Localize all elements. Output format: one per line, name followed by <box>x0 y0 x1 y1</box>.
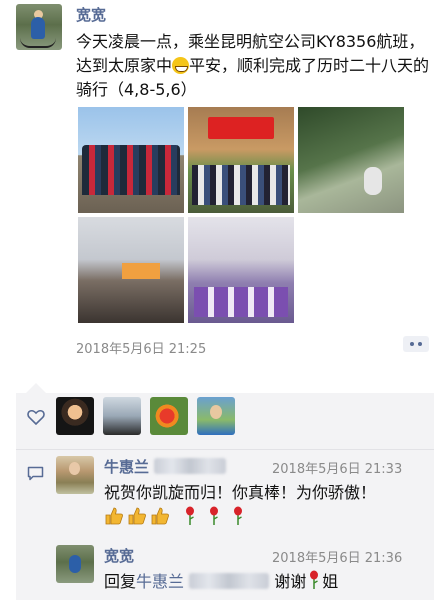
post-author-name[interactable]: 宽宽 <box>76 4 106 25</box>
avatar-face <box>210 405 222 419</box>
panel-divider <box>16 449 434 450</box>
post-photo-4[interactable] <box>78 217 184 323</box>
avatar-face <box>69 462 80 475</box>
comment-author-name: 牛惠兰 <box>104 458 150 476</box>
red-banner <box>208 117 274 139</box>
reply-target-name[interactable]: 牛惠兰 <box>136 572 184 591</box>
commenter-avatar[interactable] <box>56 456 94 494</box>
thumbs-up-icon <box>151 507 169 525</box>
airplane-seats <box>194 287 288 317</box>
post-timestamp: 2018年5月6日 21:25 <box>76 342 207 357</box>
group-people <box>82 145 180 195</box>
comment-author[interactable]: 牛惠兰 <box>104 456 227 477</box>
reply-end: 姐 <box>322 572 339 591</box>
reply-thanks: 谢谢 <box>274 572 307 591</box>
liker-avatar[interactable] <box>103 397 141 435</box>
comment-time: 2018年5月6日 21:36 <box>272 551 403 566</box>
post-text: 今天凌晨一点，乘坐昆明航空公司KY8356航班，达到太原家中 平安，顺利完成了历时… <box>76 30 432 102</box>
author-avatar[interactable] <box>16 4 62 50</box>
comment-time: 2018年5月6日 21:33 <box>272 462 403 477</box>
post-photo-3[interactable] <box>298 107 404 213</box>
avatar-figure <box>69 555 81 573</box>
liker-avatar[interactable] <box>197 397 235 435</box>
reply-prefix: 回复 <box>104 572 137 591</box>
panel-caret <box>26 383 46 393</box>
comment-icon <box>27 466 44 481</box>
more-dot-icon <box>418 342 422 346</box>
comment-body: 祝贺你凯旋而归！你真棒！为你骄傲！ <box>104 483 377 502</box>
thumbs-up-icon <box>128 507 146 525</box>
commenter-avatar[interactable] <box>56 545 94 583</box>
liker-avatar[interactable] <box>150 397 188 435</box>
comment-text: 回复牛惠兰 谢谢姐 <box>104 569 404 594</box>
comment-author-name[interactable]: 宽宽 <box>104 545 134 566</box>
rose-icon <box>310 570 319 589</box>
cyclist <box>364 167 382 195</box>
heart-icon <box>27 409 45 425</box>
rose-icon <box>186 506 195 525</box>
station-screen <box>122 263 160 279</box>
grinning-face-icon <box>172 57 190 74</box>
more-dot-icon <box>410 342 414 346</box>
rose-icon <box>234 506 243 525</box>
post-photo-2[interactable] <box>188 107 294 213</box>
post-photo-1[interactable] <box>78 107 184 213</box>
post-photo-5[interactable] <box>188 217 294 323</box>
rose-icon <box>210 506 219 525</box>
comment-text: 祝贺你凯旋而归！你真棒！为你骄傲！ <box>104 480 400 530</box>
liker-avatar[interactable] <box>56 397 94 435</box>
blurred-name-extra <box>189 573 270 589</box>
more-actions-button[interactable] <box>403 336 429 352</box>
bicycles <box>192 165 290 205</box>
blurred-name-extra <box>154 458 227 474</box>
thumbs-up-icon <box>105 507 123 525</box>
avatar-bike <box>20 36 56 48</box>
